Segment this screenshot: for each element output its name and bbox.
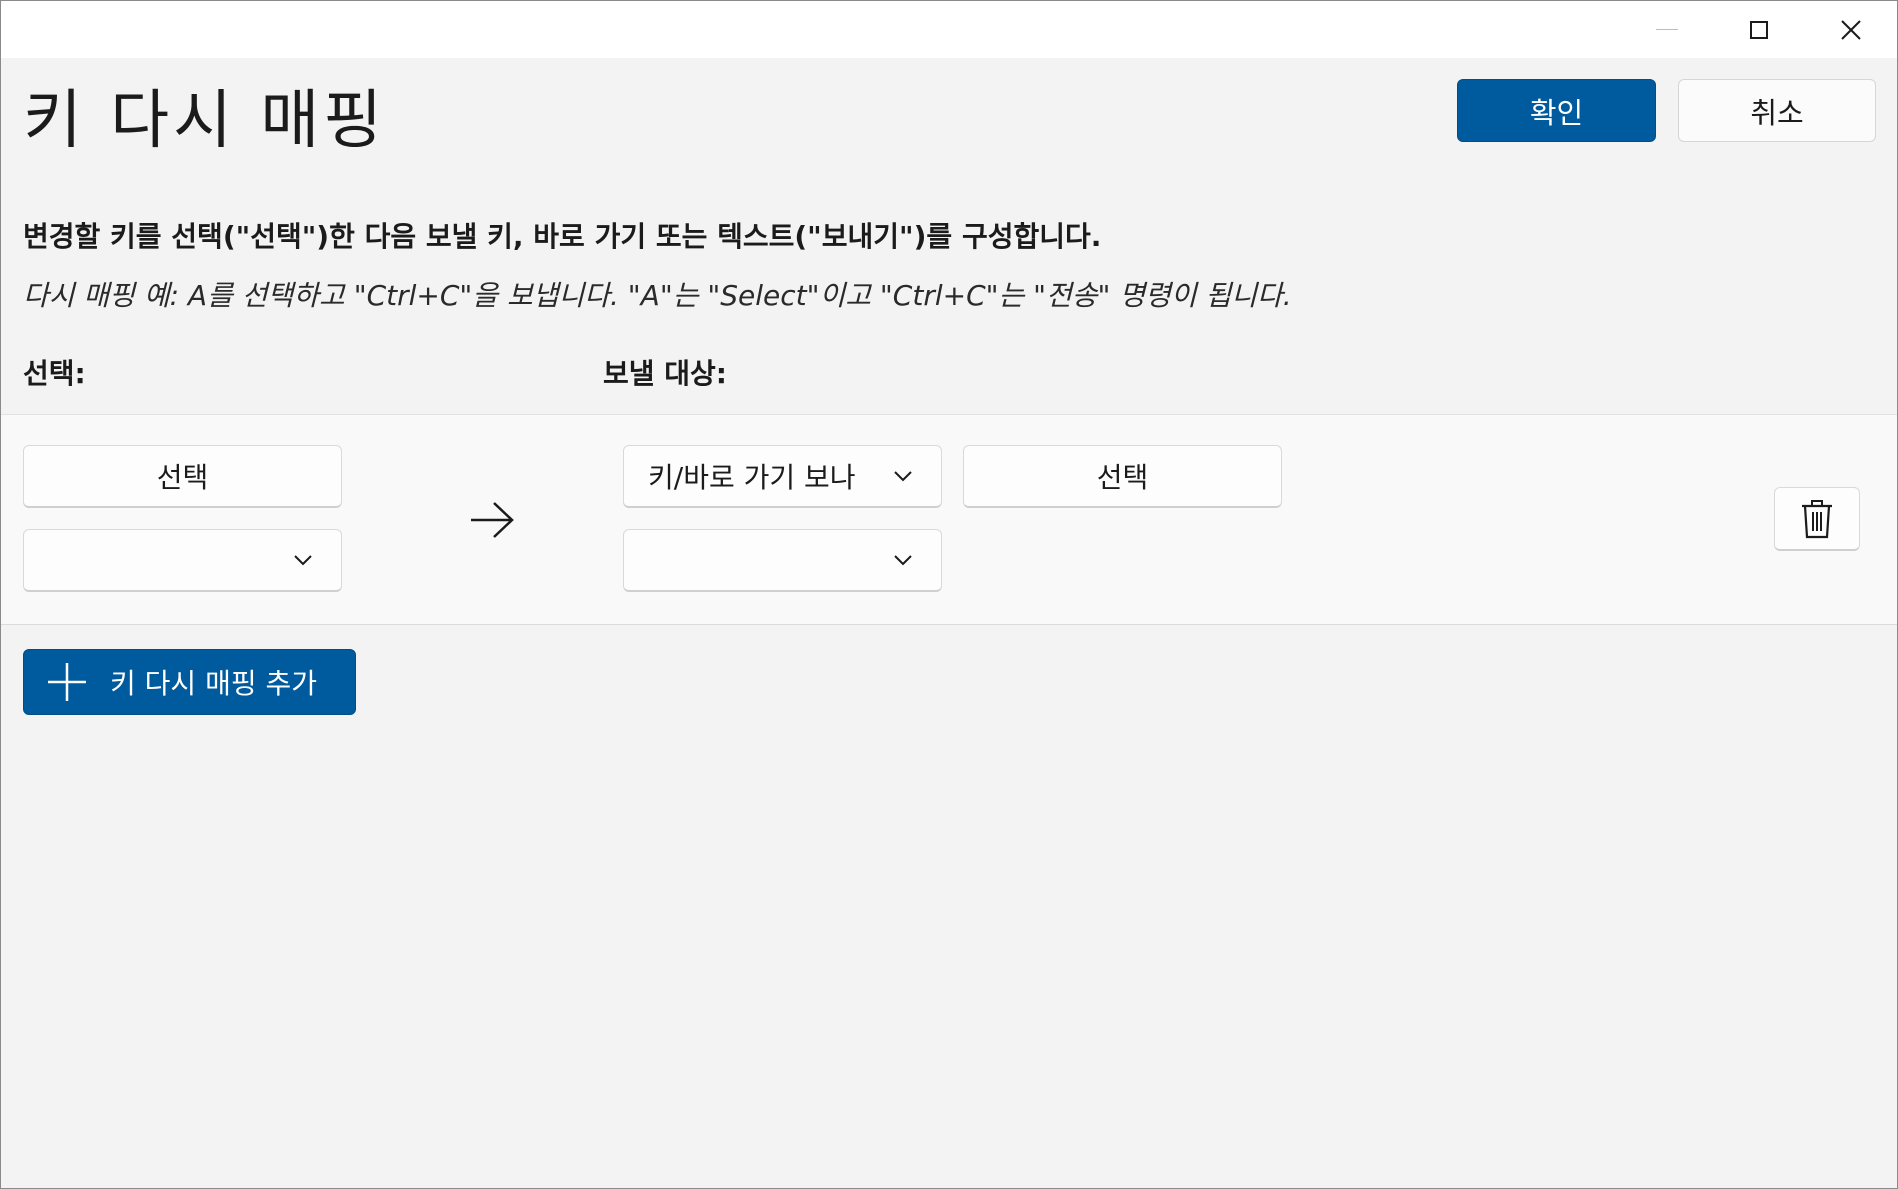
example-text: 다시 매핑 예: A를 선택하고 "Ctrl+C"을 보냅니다. "A"는 "S… (23, 279, 1292, 312)
select-key-button[interactable]: 선택 (23, 445, 342, 508)
title-bar (1, 1, 1897, 58)
add-key-remapping-label: 키 다시 매핑 추가 (110, 667, 318, 700)
send-select-key-button[interactable]: 선택 (963, 445, 1282, 508)
minimize-icon (1656, 29, 1678, 30)
send-key-dropdown[interactable] (623, 529, 942, 592)
chevron-down-icon (894, 555, 912, 566)
delete-mapping-button[interactable] (1774, 487, 1860, 551)
send-type-dropdown-value: 키/바로 가기 보나 (648, 461, 856, 494)
close-button[interactable] (1805, 1, 1897, 58)
ok-button[interactable]: 확인 (1457, 79, 1656, 142)
chevron-down-icon (894, 471, 912, 482)
arrow-right-icon (471, 502, 514, 538)
maximize-button[interactable] (1713, 1, 1805, 58)
trash-icon (1802, 499, 1832, 538)
remap-keys-window: 키 다시 매핑 확인 취소 변경할 키를 선택("선택")한 다음 보낼 키, … (0, 0, 1898, 1189)
minimize-button[interactable] (1621, 1, 1713, 58)
select-column-label: 선택: (23, 357, 86, 390)
instructions-text: 변경할 키를 선택("선택")한 다음 보낼 키, 바로 가기 또는 텍스트("… (23, 220, 1102, 253)
cancel-button[interactable]: 취소 (1678, 79, 1876, 142)
send-column-label: 보낼 대상: (603, 357, 727, 390)
send-type-dropdown[interactable]: 키/바로 가기 보나 (623, 445, 942, 508)
chevron-down-icon (294, 555, 312, 566)
add-key-remapping-button[interactable]: 키 다시 매핑 추가 (23, 649, 356, 715)
select-key-dropdown[interactable] (23, 529, 342, 592)
maximize-icon (1750, 20, 1768, 39)
page-title: 키 다시 매핑 (23, 84, 387, 158)
plus-icon (48, 663, 86, 701)
close-icon (1841, 19, 1861, 40)
